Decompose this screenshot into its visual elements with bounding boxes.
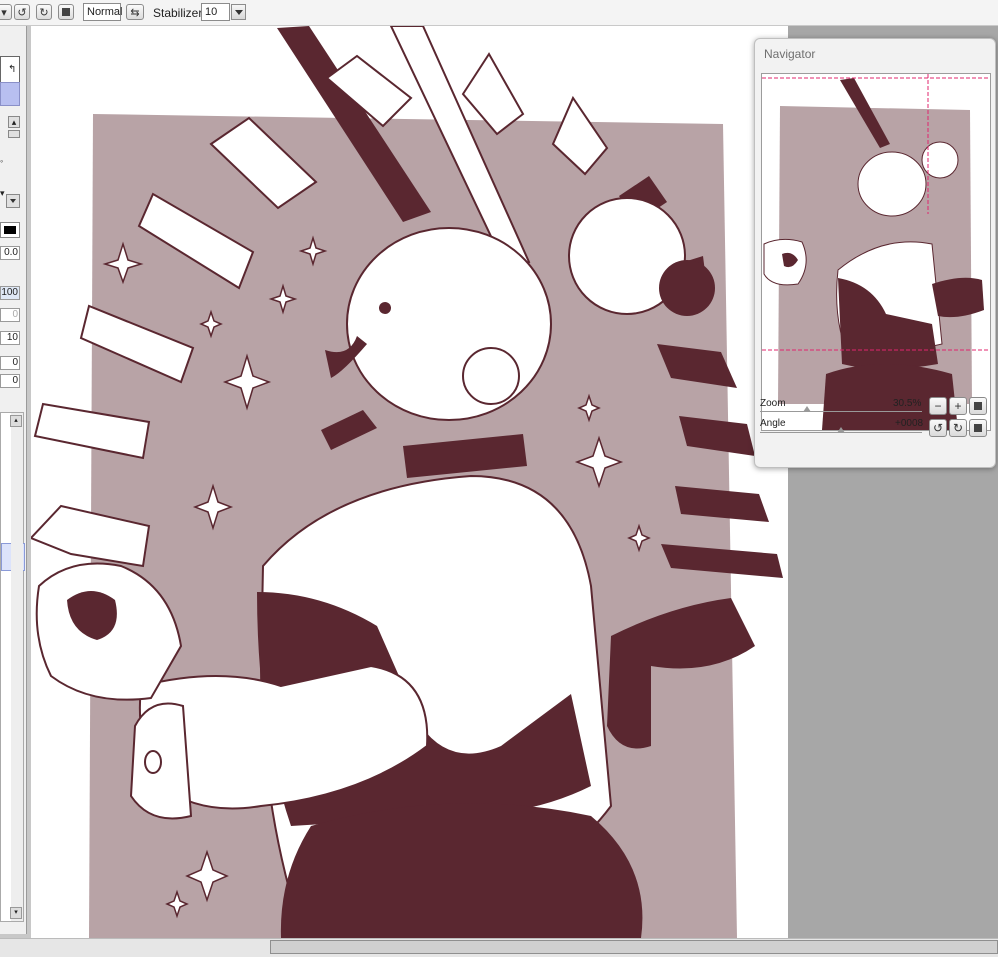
brush-list-scrollbar[interactable]: [11, 413, 23, 921]
zoom-reset-button[interactable]: [969, 397, 987, 415]
chevron-down-icon: ▾: [1, 6, 7, 19]
redo-icon: ↻: [39, 6, 49, 19]
zoom-slider-thumb[interactable]: [803, 406, 811, 412]
scroll-up-icon[interactable]: ▴: [10, 415, 22, 427]
zoom-reset-icon: [974, 402, 982, 410]
dropdown-button[interactable]: [6, 194, 20, 208]
ear-headphone: [462, 347, 520, 405]
tool-icon[interactable]: ◦: [0, 156, 3, 166]
scroll-down-icon[interactable]: ▾: [10, 907, 22, 919]
horizontal-scrollbar-thumb[interactable]: [270, 940, 998, 954]
navigator-thumbnail[interactable]: [762, 74, 990, 430]
stop-icon: [62, 8, 70, 16]
min-size-field[interactable]: 0: [0, 308, 20, 322]
swap-icon: ⇆: [130, 6, 140, 19]
tool-dropdown-button[interactable]: ▾: [0, 4, 12, 20]
spin-up-button[interactable]: ▴: [8, 116, 20, 128]
swap-button[interactable]: ⇆: [126, 4, 144, 20]
stabilizer-select[interactable]: 10: [201, 3, 230, 21]
brush-list[interactable]: ▴ ▾: [0, 412, 25, 922]
undo-icon: ↺: [17, 6, 27, 19]
rotate-reset-button[interactable]: [969, 419, 987, 437]
zoom-in-button[interactable]: +: [949, 397, 967, 415]
undo-button[interactable]: ↺: [14, 4, 30, 20]
head: [346, 227, 552, 421]
stabilizer-dropdown-arrow[interactable]: [231, 4, 246, 20]
swap-colors-icon[interactable]: ↰: [8, 64, 16, 75]
brush-shape-icon: [4, 226, 16, 234]
opacity-field[interactable]: 100: [0, 286, 20, 300]
persistence-field[interactable]: 0: [0, 374, 20, 388]
dilution-field[interactable]: 0: [0, 356, 20, 370]
navigator-panel: Navigator Zoom 30.5% − + Angle +0008 ↺ ↻: [754, 38, 996, 468]
angle-label: Angle: [760, 418, 786, 429]
eye: [379, 302, 391, 314]
rotate-left-button[interactable]: ↺: [929, 419, 947, 437]
zoom-label: Zoom: [760, 398, 786, 409]
pants: [280, 803, 643, 938]
rotate-reset-icon: [974, 424, 982, 432]
color-preview[interactable]: [0, 82, 20, 106]
navigator-preview[interactable]: [761, 73, 991, 431]
stop-button[interactable]: [58, 4, 74, 20]
rotate-right-icon: ↻: [952, 421, 964, 435]
artwork-canvas[interactable]: [31, 26, 788, 938]
blend-mode-select[interactable]: Normal: [83, 3, 122, 21]
navigator-title: Navigator: [764, 47, 816, 61]
zoom-value: 30.5%: [893, 398, 922, 409]
stabilizer-label: Stabilizer: [153, 6, 203, 20]
tool-icon[interactable]: ▾: [0, 188, 5, 199]
left-tool-panel: ↰ ▴ ◦ ▾ 0.0 100 0 10 0 0 ▴ ▾: [0, 26, 27, 934]
brush-size-field[interactable]: 0.0: [0, 246, 20, 260]
zoom-in-icon: +: [954, 399, 962, 413]
top-toolbar: ▾ ↺ ↻ Normal ⇆ Stabilizer 10: [0, 0, 998, 26]
angle-value: +0008: [895, 418, 924, 429]
chevron-down-icon: [10, 199, 16, 203]
spin-small-button[interactable]: [8, 130, 20, 138]
zoom-slider[interactable]: [760, 411, 922, 412]
zoom-out-button[interactable]: −: [929, 397, 947, 415]
brush-shape-swatch[interactable]: [0, 222, 20, 238]
canvas-viewport[interactable]: [31, 26, 788, 938]
rotate-right-button[interactable]: ↻: [949, 419, 967, 437]
angle-slider-thumb[interactable]: [837, 427, 845, 433]
rotate-left-icon: ↺: [932, 421, 944, 435]
hair-bow: [659, 260, 715, 316]
zoom-out-icon: −: [934, 399, 942, 413]
blending-field[interactable]: 10: [0, 331, 20, 345]
redo-button[interactable]: ↻: [36, 4, 52, 20]
